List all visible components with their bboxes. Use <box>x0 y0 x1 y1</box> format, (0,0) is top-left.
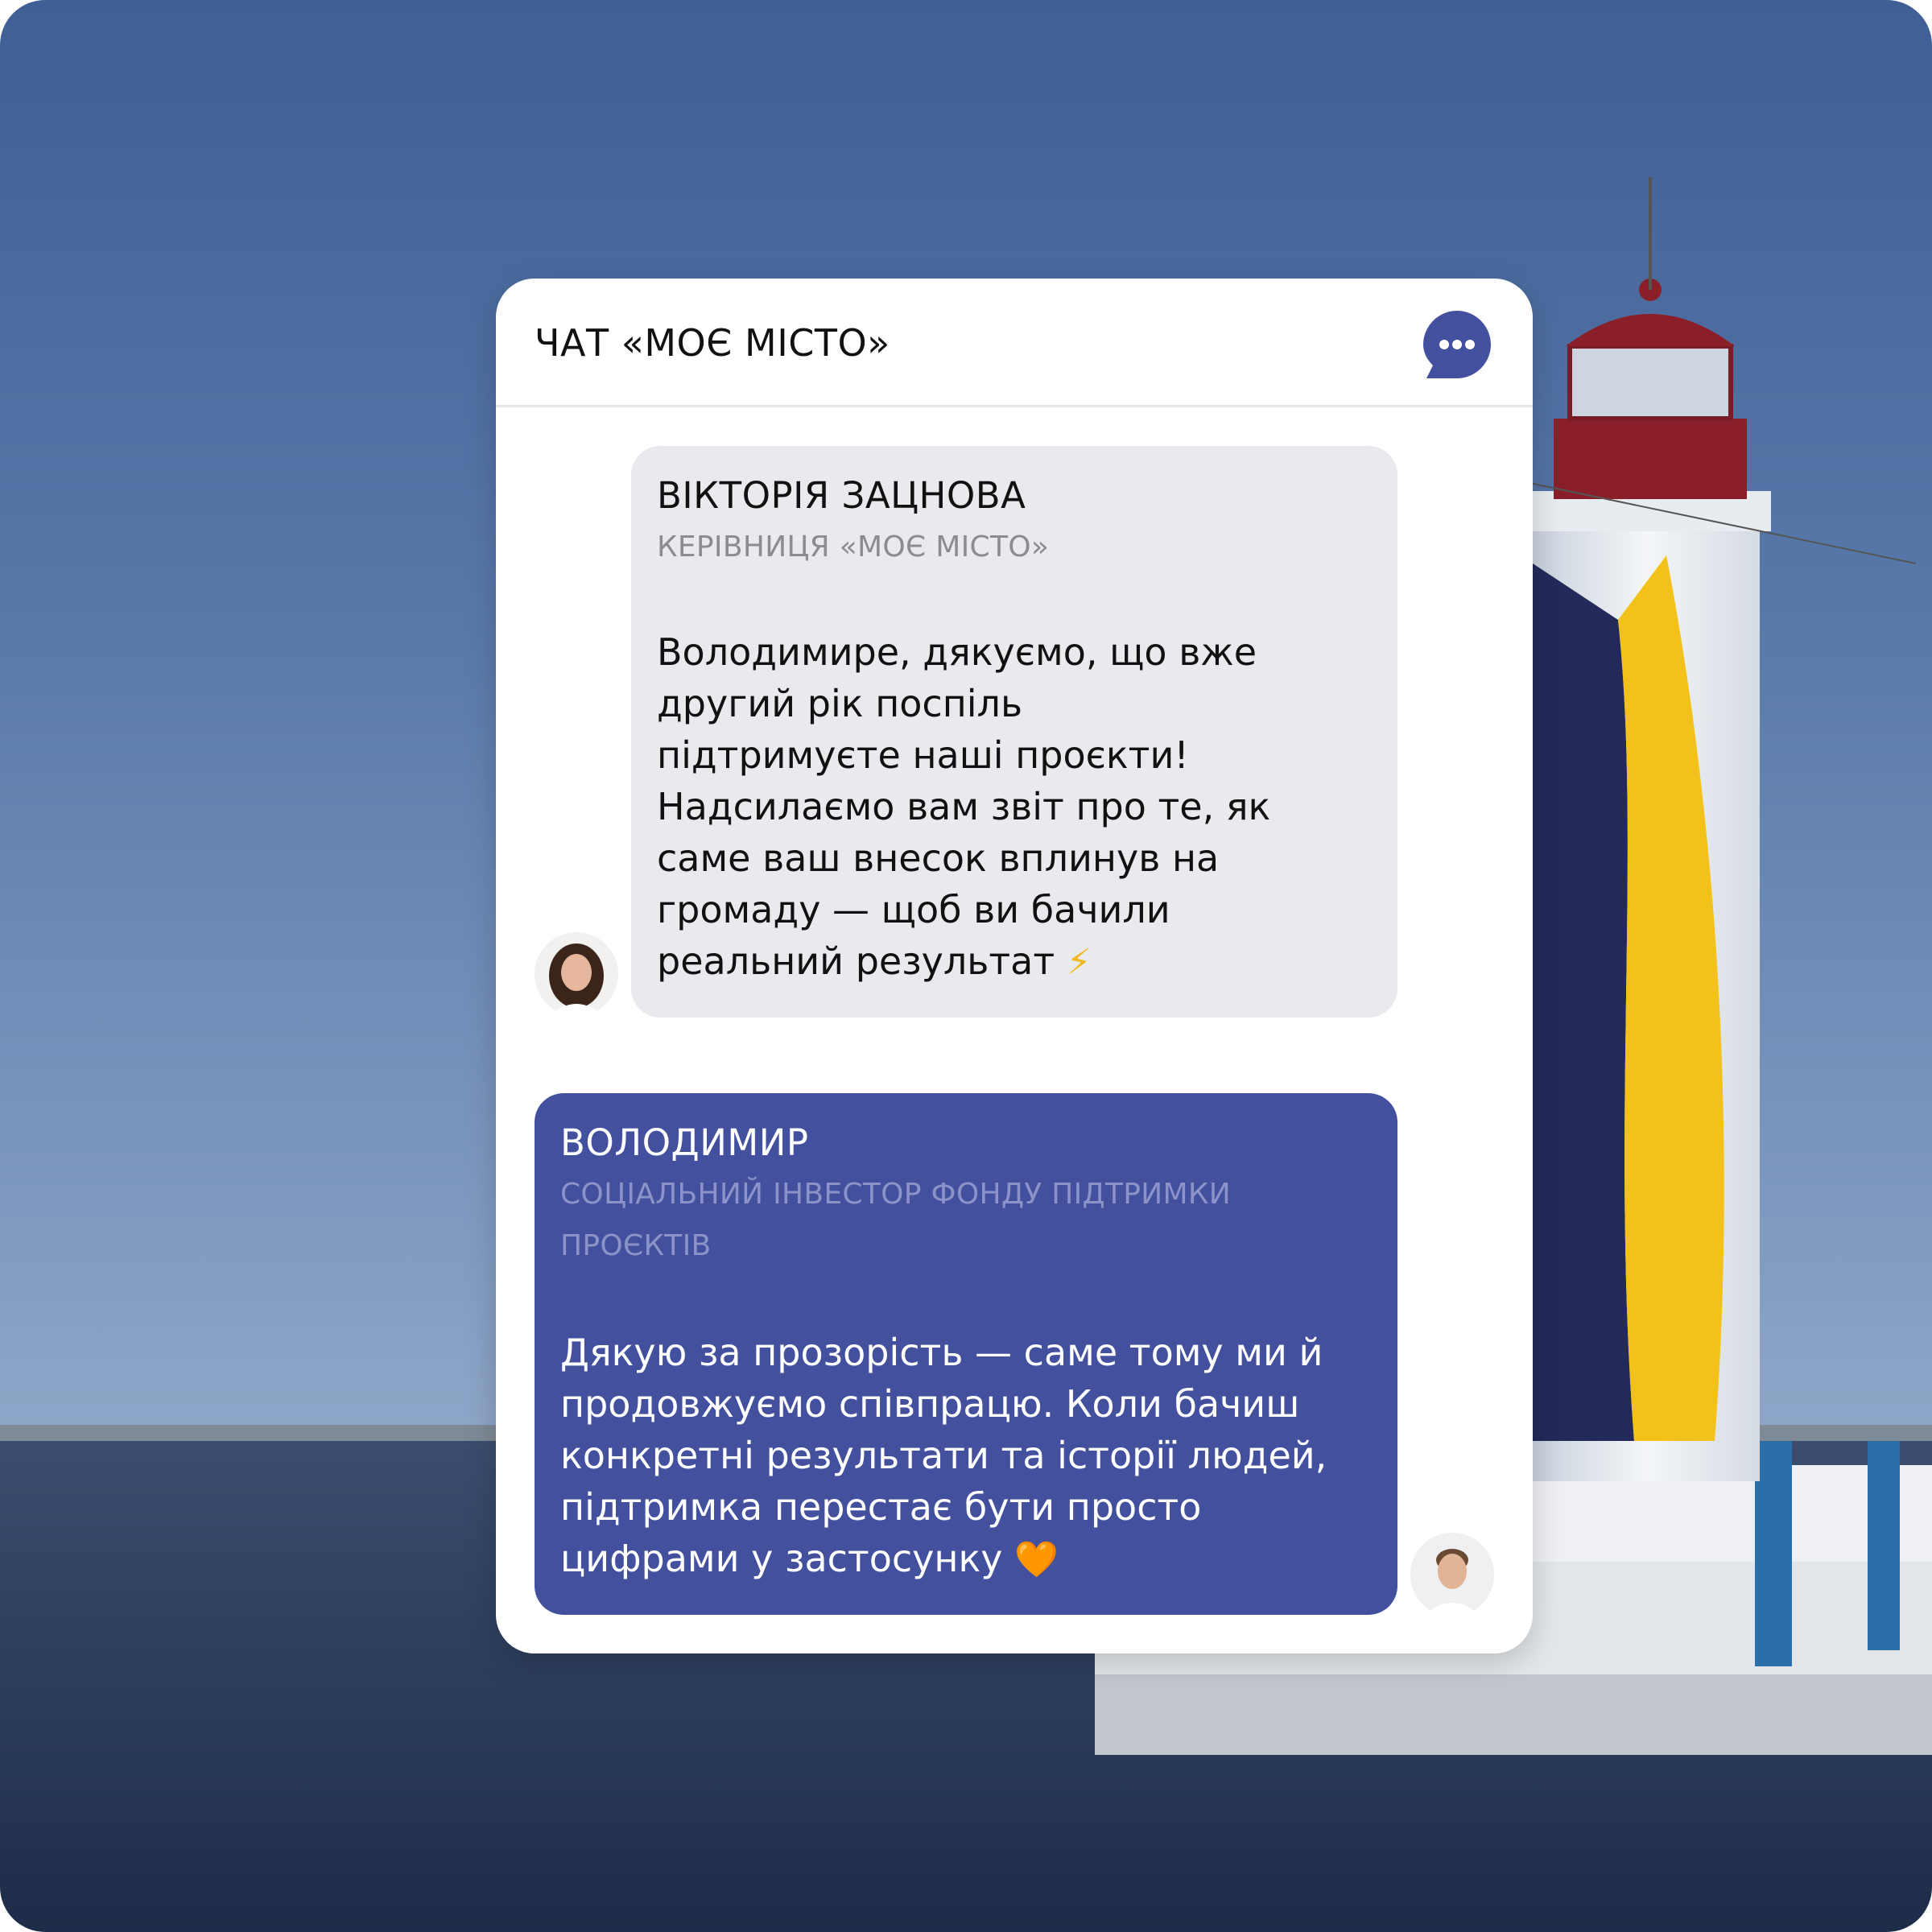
chat-window: ЧАТ «МОЄ МІСТО» ВІКТОРІЯ ЗАЦНОВА КЕРІВНИ… <box>496 279 1533 1653</box>
more-dots-chat-icon[interactable] <box>1420 308 1494 382</box>
message-body: Дякую за прозорість — саме тому ми й про… <box>560 1331 1327 1580</box>
message-bubble-incoming: ВІКТОРІЯ ЗАЦНОВА КЕРІВНИЦЯ «МОЄ МІСТО» В… <box>631 446 1397 1018</box>
sender-role: КЕРІВНИЦЯ «МОЄ МІСТО» <box>657 530 1050 564</box>
avatar <box>1410 1533 1494 1616</box>
sender-name: ВІКТОРІЯ ЗАЦНОВА <box>657 474 1026 517</box>
avatar <box>535 932 618 1016</box>
orange-heart-emoji-icon: 🧡 <box>1014 1539 1059 1580</box>
message-bubble-outgoing: ВОЛОДИМИР СОЦІАЛЬНИЙ ІНВЕСТОР ФОНДУ ПІДТ… <box>535 1093 1397 1615</box>
chat-header: ЧАТ «МОЄ МІСТО» <box>496 279 1533 407</box>
sender-role: СОЦІАЛЬНИЙ ІНВЕСТОР ФОНДУ ПІДТРИМКИ ПРОЄ… <box>560 1178 1231 1262</box>
message-body: Володимире, дякуємо, що вже другий рік п… <box>657 630 1271 983</box>
chat-title: ЧАТ «МОЄ МІСТО» <box>535 321 890 365</box>
lightning-emoji-icon: ⚡ <box>1066 942 1092 983</box>
message-text: Дякую за прозорість — саме тому ми й про… <box>560 1327 1372 1586</box>
message-text: Володимире, дякуємо, що вже другий рік п… <box>657 626 1372 989</box>
sender-name: ВОЛОДИМИР <box>560 1121 809 1164</box>
avatar-man-icon <box>1410 1533 1494 1616</box>
avatar-woman-icon <box>535 932 618 1016</box>
